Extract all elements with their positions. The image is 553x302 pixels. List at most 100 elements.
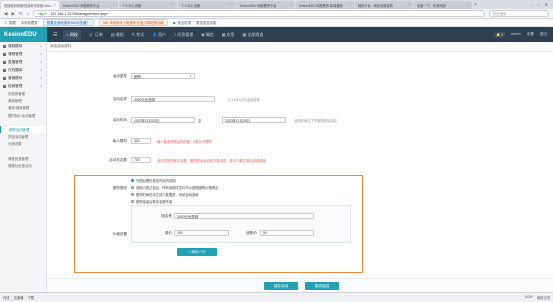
bell-icon[interactable]: 🔔3 bbox=[494, 31, 505, 38]
wechat-icon: ◉ bbox=[201, 32, 205, 37]
sidebar-item[interactable] bbox=[0, 119, 46, 126]
sidebar: 课程模块 ▸ 课程管理 ▸ 直播管理 ▸ 在线题库 ▸ 营销模块 ▸ 促销管理 ▸ 优惠券管理 满减管理满… bbox=[0, 42, 47, 292]
sidebar-item[interactable]: 课程优惠管理 bbox=[0, 155, 46, 162]
bookmark-mobile[interactable]: 手机收藏夹 bbox=[21, 20, 38, 25]
browser-tab[interactable]: KesionEDU 网校教育平台 × bbox=[60, 1, 118, 9]
browser-tab[interactable]: 百度一下，你就知道 × bbox=[414, 1, 472, 9]
sidebar-group[interactable]: 营销模块 ▸ bbox=[0, 74, 46, 82]
sidebar-group[interactable]: 课程模块 ▸ bbox=[0, 42, 46, 50]
sidebar-group[interactable]: 促销管理 ▸ bbox=[0, 82, 46, 90]
group-price-input[interactable]: 50 bbox=[260, 230, 314, 236]
add-row-button[interactable]: + 添加一行 bbox=[177, 248, 217, 256]
close-tab-icon[interactable]: × bbox=[408, 3, 410, 7]
sidebar-group[interactable]: 直播管理 ▸ bbox=[0, 58, 46, 66]
top-nav-item[interactable]: 🛒 订单 bbox=[89, 30, 103, 40]
browser-tab-bar: 在线培训系统/在线考试系统-Kesion... × KesionEDU 网校教育平台… bbox=[0, 0, 553, 9]
top-nav-item[interactable]: 👤 用户 bbox=[152, 30, 166, 40]
forward-icon[interactable]: ▶ bbox=[11, 11, 14, 17]
time-end-input[interactable]: 2020年11月26日 bbox=[222, 117, 286, 123]
browser-tab[interactable]: KesionEDU 网校教育平台 × bbox=[237, 1, 295, 9]
save-button[interactable]: 保存活动 bbox=[264, 282, 298, 290]
close-tab-icon[interactable]: × bbox=[54, 3, 56, 7]
top-nav-item[interactable]: ▤ 课程 bbox=[111, 30, 124, 40]
url-input[interactable]: http:// 192.168.1.207/Mnanage/Index.aspx bbox=[33, 10, 485, 17]
bookmark-security[interactable]: ◆ 安全检测 bbox=[172, 20, 191, 26]
folder-icon bbox=[3, 76, 6, 80]
close-tab-icon[interactable]: × bbox=[113, 3, 115, 7]
shield-icon: ◆ bbox=[172, 20, 176, 25]
radio-icon bbox=[131, 179, 134, 182]
top-nav-item[interactable]: ? 问答管理 bbox=[174, 30, 193, 40]
bookmark-ad-browser[interactable]: 想要全面地使用360浏览器？ bbox=[42, 19, 94, 26]
minimize-icon[interactable]: – bbox=[530, 2, 532, 7]
rule-option[interactable]: 成团人数达到后，所有参团学员均可以按照团购价格购买 bbox=[131, 185, 218, 190]
top-nav-label: 微信 bbox=[205, 31, 214, 37]
top-nav-item[interactable]: ✎ 考试 bbox=[132, 30, 144, 40]
group-name-input[interactable]: 3000元优惠券 bbox=[174, 213, 314, 219]
close-tab-icon[interactable]: × bbox=[349, 3, 351, 7]
total-hint: 活动总的可参与名额，团购成功后自动下架活动，参与人数达到后自动结束 bbox=[157, 159, 266, 163]
browser-tab[interactable]: 网校平台 - 网站设置选项 × bbox=[355, 1, 413, 9]
rule-option[interactable]: 开团后需在规定时间内成团 bbox=[131, 178, 176, 183]
close-window-icon[interactable]: ✕ bbox=[545, 2, 548, 7]
bookmark-favorites[interactable]: ★ 收藏 bbox=[4, 20, 16, 26]
sidebar-item[interactable]: 拼团活动管理 bbox=[0, 133, 46, 140]
exam-icon: ✎ bbox=[131, 32, 136, 37]
sidebar-item[interactable]: 优惠券管理 bbox=[0, 90, 46, 97]
maximize-icon[interactable]: □ bbox=[537, 2, 539, 7]
user-name[interactable]: admin bbox=[511, 32, 521, 38]
status-download[interactable]: 下载 bbox=[27, 295, 34, 300]
folder-icon bbox=[3, 52, 6, 56]
browser-status-bar: 完成 加速器 下载 100% 网络正常 bbox=[0, 292, 553, 302]
top-nav-item[interactable]: ⌂ 网校 bbox=[63, 29, 81, 40]
browser-search-input[interactable]: 在此搜索 bbox=[489, 10, 549, 17]
cancel-button[interactable]: 取消返回 bbox=[305, 282, 339, 290]
settings-link[interactable]: 设置 bbox=[527, 32, 534, 38]
sidebar-item[interactable]: 满送/满返管理 bbox=[0, 104, 46, 111]
close-tab-icon[interactable]: × bbox=[290, 3, 292, 7]
top-nav-item[interactable]: ◉ 微信 bbox=[201, 30, 214, 40]
rule-option[interactable]: 团购结束后剩余名额作废 bbox=[131, 199, 172, 204]
time-start-input[interactable]: 2020年11月20日 bbox=[131, 117, 195, 123]
top-nav-item[interactable]: ▦ 全部频道 bbox=[243, 30, 264, 40]
sidebar-item[interactable]: 满减管理 bbox=[0, 97, 46, 104]
back-icon[interactable]: ◀ bbox=[4, 11, 7, 17]
top-nav-item[interactable]: ▦ 应用 bbox=[222, 30, 235, 40]
sidebar-item[interactable]: 分销设置 bbox=[0, 140, 46, 147]
browser-tab[interactable]: 在线培训系统/在线考试系统-Kesion... × bbox=[1, 1, 59, 9]
sidebar-group[interactable]: 课程管理 ▸ bbox=[0, 50, 46, 58]
home-icon[interactable]: ⌂ bbox=[27, 11, 30, 16]
browser-tab[interactable]: 个人中心设置 × bbox=[119, 1, 177, 9]
name-input[interactable]: 3000元优惠券 bbox=[131, 96, 215, 102]
browser-tab-label: 个人中心设置 bbox=[181, 3, 201, 8]
main-content: 添加活动资料 活动类型 团购 ▼ 活动名称 3000元优惠券 (1-16字以内)活… bbox=[47, 42, 553, 292]
browser-tab[interactable]: 个人中心设置 × bbox=[178, 1, 236, 9]
close-tab-icon[interactable]: × bbox=[172, 3, 174, 7]
sidebar-item[interactable]: 团购活动管理 bbox=[0, 125, 46, 134]
browser-tab[interactable]: KesionEDU 网校教育 新闻更新 × bbox=[296, 1, 354, 9]
sidebar-item[interactable]: 限时特价活动管理 bbox=[0, 112, 46, 119]
refresh-icon[interactable]: ↻ bbox=[19, 11, 23, 17]
origin-price-input[interactable]: 100 bbox=[174, 230, 229, 236]
new-tab-button[interactable]: + bbox=[474, 2, 477, 8]
rule-option[interactable]: 团购时间内未达成人数要求，系统自动退款 bbox=[131, 192, 199, 197]
sidebar-item[interactable]: 课程包优惠活动 bbox=[0, 162, 46, 169]
total-input[interactable]: 700 bbox=[131, 157, 151, 163]
status-right: 100% 网络正常 bbox=[524, 295, 550, 300]
close-tab-icon[interactable]: × bbox=[231, 3, 233, 7]
type-select[interactable]: 团购 ▼ bbox=[131, 73, 195, 79]
bookmark-ad-helper[interactable]: 360 手机助手 | 快速学习/复习网站的功能 bbox=[98, 19, 168, 26]
status-accelerator[interactable]: 加速器 bbox=[14, 295, 24, 300]
top-nav-label: 问答管理 bbox=[177, 31, 194, 37]
zoom-level[interactable]: 100% bbox=[524, 295, 532, 300]
sidebar-item[interactable] bbox=[0, 148, 46, 155]
sidebar-group[interactable]: 在线题库 ▸ bbox=[0, 66, 46, 74]
menu-toggle-icon[interactable]: ☰ bbox=[53, 32, 57, 38]
close-tab-icon[interactable]: × bbox=[467, 3, 469, 7]
logout-link[interactable]: 退出 bbox=[540, 32, 547, 38]
rule-option-label: 团购时间内未达成人数要求，系统自动退款 bbox=[136, 193, 199, 197]
bookmark-more-security[interactable]: 更多安全功能 bbox=[196, 20, 216, 25]
network-status: 网络正常 bbox=[536, 296, 550, 300]
notification-count: 3 bbox=[500, 32, 503, 37]
limit-input[interactable]: 300 bbox=[131, 138, 151, 144]
